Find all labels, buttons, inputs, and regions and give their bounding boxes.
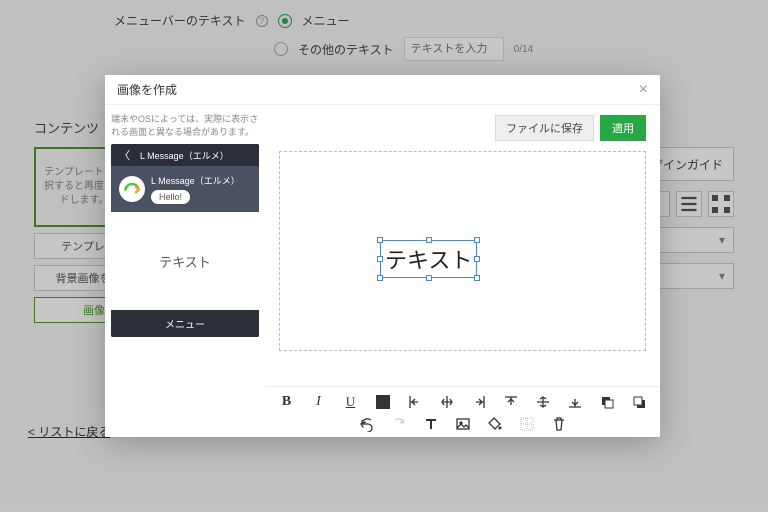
align-right-icon[interactable]: [470, 393, 488, 411]
resize-handle-e[interactable]: [474, 256, 480, 262]
phone-title: L Message（エルメ）: [140, 149, 229, 162]
align-center-h-icon[interactable]: [438, 393, 456, 411]
back-chevron-icon: 〈: [119, 147, 130, 163]
phone-preview: 〈 L Message（エルメ） L Message（エルメ） Hello! テ…: [111, 144, 259, 337]
save-to-file-button[interactable]: ファイルに保存: [495, 115, 594, 141]
preview-canvas: テキスト: [111, 212, 259, 310]
editor-canvas[interactable]: テキスト: [279, 151, 646, 351]
align-left-icon[interactable]: [406, 393, 424, 411]
text-box-content: テキスト: [385, 248, 472, 273]
canvas-wrap: テキスト: [265, 147, 660, 386]
underline-icon[interactable]: U: [342, 393, 360, 411]
align-center-v-icon[interactable]: [534, 393, 552, 411]
toolbar-row-1: B I U: [278, 393, 648, 411]
create-image-modal: 画像を作成 × 端末やOSによっては、実際に表示される画面と異なる場合があります…: [105, 75, 660, 437]
delete-icon[interactable]: [550, 415, 568, 433]
chat-bubble: Hello!: [151, 190, 190, 204]
editor-column: ファイルに保存 適用 テキスト: [265, 105, 660, 437]
align-bottom-icon[interactable]: [566, 393, 584, 411]
apply-button[interactable]: 適用: [600, 115, 646, 141]
contact-name: L Message（エルメ）: [151, 174, 240, 187]
resize-handle-s[interactable]: [426, 275, 432, 281]
editor-actions: ファイルに保存 適用: [265, 105, 660, 147]
redo-icon[interactable]: [390, 415, 408, 433]
phone-titlebar: 〈 L Message（エルメ）: [111, 144, 259, 166]
add-text-icon[interactable]: [422, 415, 440, 433]
avatar: [119, 176, 145, 202]
add-image-icon[interactable]: [454, 415, 472, 433]
color-swatch-icon[interactable]: [374, 393, 392, 411]
bold-icon[interactable]: B: [278, 393, 296, 411]
italic-icon[interactable]: I: [310, 393, 328, 411]
fill-icon[interactable]: [486, 415, 504, 433]
bring-front-icon[interactable]: [598, 393, 616, 411]
contact-row: L Message（エルメ） Hello!: [111, 166, 259, 212]
resize-handle-sw[interactable]: [377, 275, 383, 281]
preview-column: 端末やOSによっては、実際に表示される画面と異なる場合があります。 〈 L Me…: [105, 105, 265, 437]
align-top-icon[interactable]: [502, 393, 520, 411]
resize-handle-w[interactable]: [377, 256, 383, 262]
phone-menu-bar: メニュー: [111, 310, 259, 337]
close-icon[interactable]: ×: [639, 82, 648, 98]
resize-handle-nw[interactable]: [377, 237, 383, 243]
resize-handle-se[interactable]: [474, 275, 480, 281]
toolbar-row-2: [358, 415, 568, 433]
preview-canvas-text: テキスト: [159, 252, 211, 271]
resize-handle-ne[interactable]: [474, 237, 480, 243]
modal-header: 画像を作成 ×: [105, 75, 660, 105]
send-back-icon[interactable]: [630, 393, 648, 411]
undo-icon[interactable]: [358, 415, 376, 433]
modal-title: 画像を作成: [117, 81, 177, 98]
resize-handle-n[interactable]: [426, 237, 432, 243]
editor-toolbar: B I U: [265, 386, 660, 437]
preview-note: 端末やOSによっては、実際に表示される画面と異なる場合があります。: [111, 113, 259, 138]
grid-icon[interactable]: [518, 415, 536, 433]
selected-text-box[interactable]: テキスト: [380, 240, 477, 278]
